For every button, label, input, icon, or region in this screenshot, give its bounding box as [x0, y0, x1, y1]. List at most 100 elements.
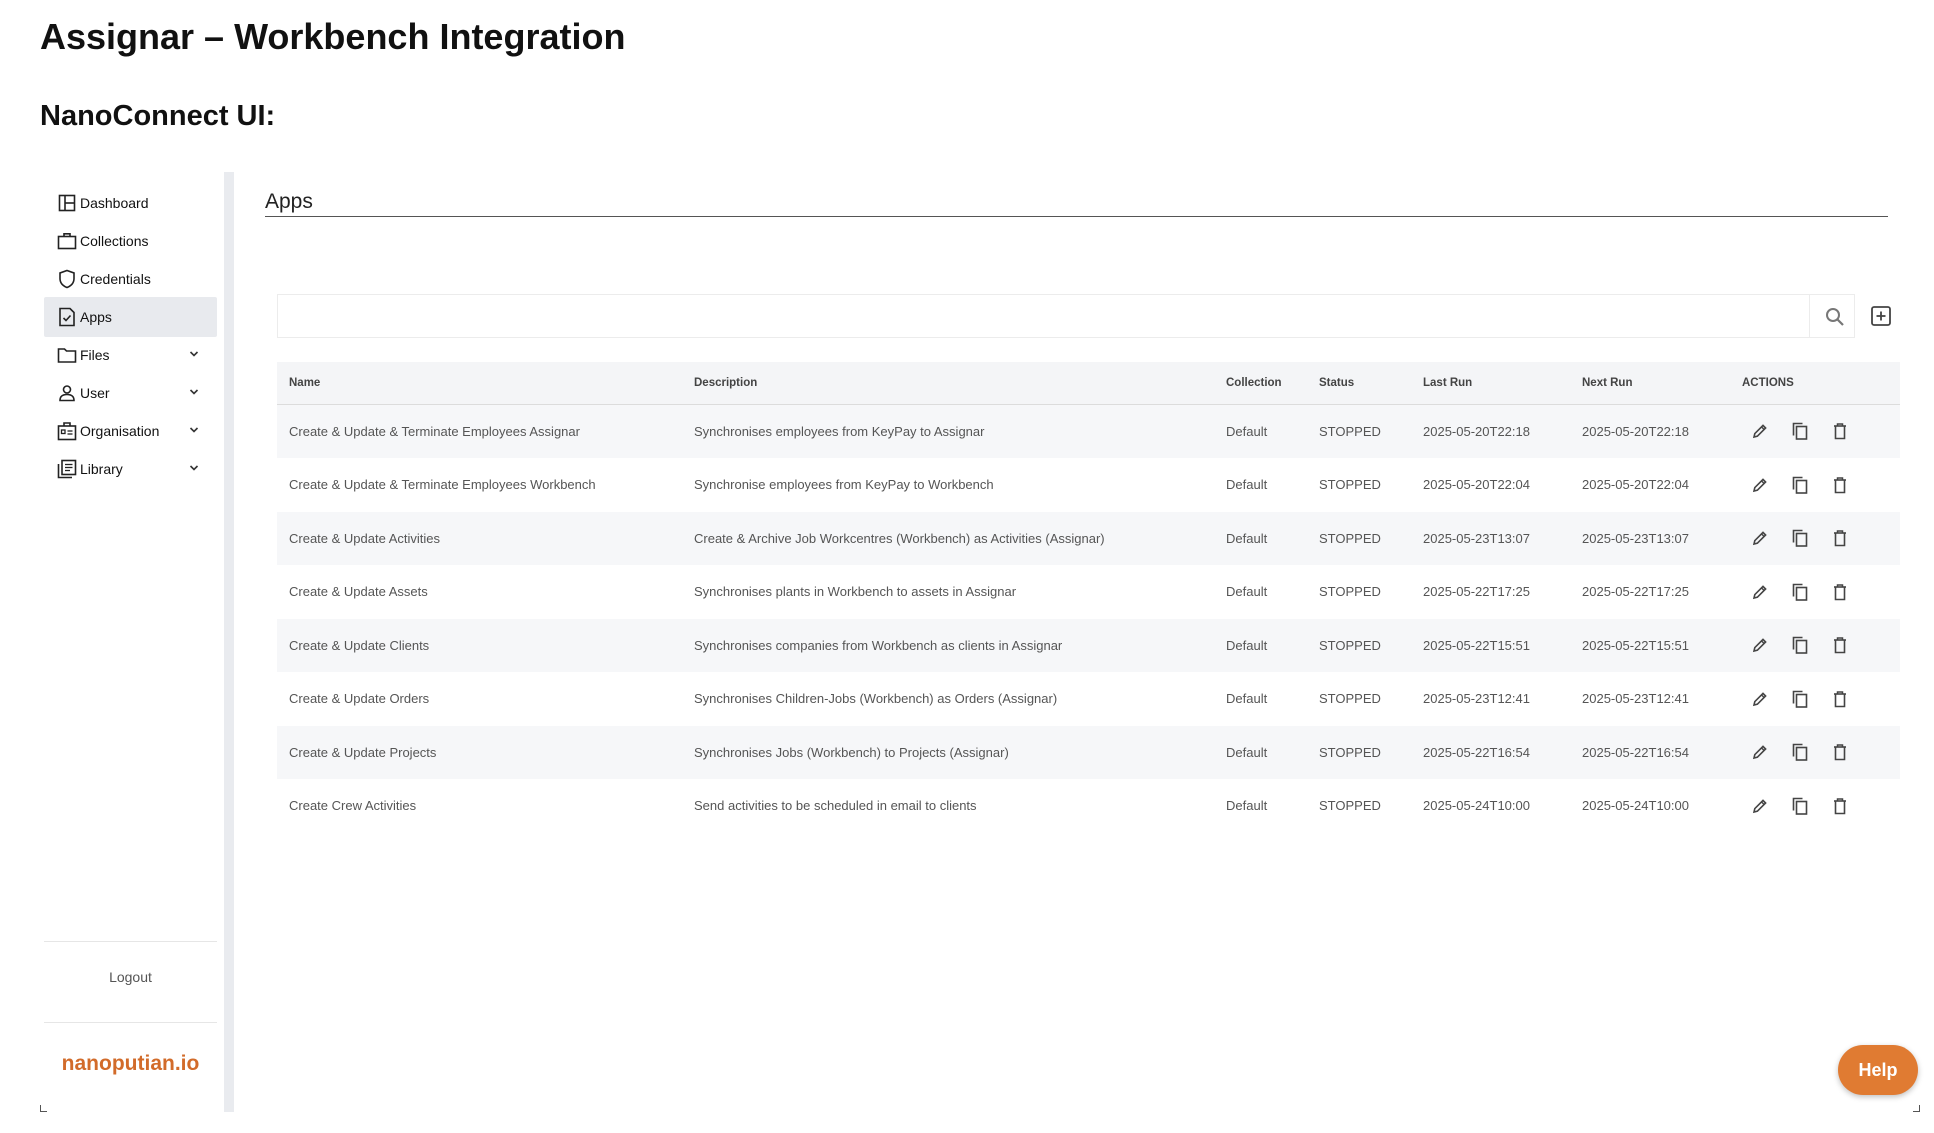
- column-header-status[interactable]: Status: [1307, 362, 1411, 404]
- edit-icon[interactable]: [1748, 740, 1772, 764]
- cell-next-run: 2025-05-23T13:07: [1582, 530, 1689, 546]
- delete-icon[interactable]: [1828, 633, 1852, 657]
- sidebar-item-apps[interactable]: Apps: [44, 297, 217, 337]
- chevron-down-icon[interactable]: [187, 385, 201, 399]
- sidebar-item-library[interactable]: Library: [44, 449, 217, 489]
- sidebar-item-user[interactable]: User: [44, 373, 217, 413]
- cell-collection: Default: [1226, 637, 1268, 653]
- copy-icon[interactable]: [1788, 580, 1812, 604]
- column-header-description[interactable]: Description: [682, 362, 1214, 404]
- cell-collection: Default: [1226, 477, 1268, 493]
- sidebar-item-files[interactable]: Files: [44, 335, 217, 375]
- main-content: Apps Name Description Collection Status: [265, 172, 1920, 1112]
- column-header-next-run[interactable]: Next Run: [1570, 362, 1730, 404]
- delete-icon[interactable]: [1828, 687, 1852, 711]
- cell-last-run: 2025-05-20T22:18: [1423, 423, 1530, 439]
- sidebar-divider-line: [44, 1022, 217, 1023]
- cell-name[interactable]: Create & Update Projects: [277, 726, 682, 780]
- section-title: Apps: [265, 190, 313, 213]
- table-row[interactable]: Create & Update Activities Create & Archi…: [277, 511, 1900, 566]
- column-header-collection[interactable]: Collection: [1214, 362, 1307, 404]
- cell-name[interactable]: Create Crew Activities: [277, 779, 682, 833]
- sidebar-scrollbar[interactable]: [224, 172, 234, 1112]
- section-title-underline: [265, 216, 1888, 217]
- cell-name[interactable]: Create & Update & Terminate Employees As…: [277, 404, 682, 458]
- cell-next-run: 2025-05-23T12:41: [1582, 691, 1689, 707]
- add-app-icon[interactable]: [1870, 305, 1892, 327]
- table-row[interactable]: Create & Update Orders Synchronises Child…: [277, 672, 1900, 726]
- brand-logo: nanoputian.io: [61, 1052, 200, 1075]
- edit-icon[interactable]: [1748, 687, 1772, 711]
- copy-icon[interactable]: [1788, 740, 1812, 764]
- sidebar-item-dashboard[interactable]: Dashboard: [44, 183, 217, 223]
- cell-name[interactable]: Create & Update Assets: [277, 565, 682, 619]
- table-row[interactable]: Create Crew Activities Send activities to…: [277, 779, 1900, 833]
- logout-link[interactable]: Logout: [44, 969, 217, 985]
- sidebar-item-label: Collections: [80, 233, 149, 249]
- sidebar-item-label: User: [80, 385, 110, 401]
- sidebar-item-collections[interactable]: Collections: [44, 221, 217, 261]
- cell-last-run: 2025-05-22T17:25: [1423, 584, 1530, 600]
- shield-icon: [56, 268, 78, 290]
- table-row[interactable]: Create & Update & Terminate Employees As…: [277, 404, 1900, 458]
- copy-icon[interactable]: [1788, 687, 1812, 711]
- page-subtitle: NanoConnect UI:: [40, 100, 276, 132]
- cell-name[interactable]: Create & Update Clients: [277, 619, 682, 673]
- column-header-last-run[interactable]: Last Run: [1411, 362, 1570, 404]
- edit-icon[interactable]: [1748, 633, 1772, 657]
- delete-icon[interactable]: [1828, 526, 1852, 550]
- cell-description: Send activities to be scheduled in email…: [694, 798, 977, 814]
- folder-icon: [56, 344, 78, 366]
- copy-icon[interactable]: [1788, 526, 1812, 550]
- cell-actions: [1730, 458, 1900, 512]
- copy-icon[interactable]: [1788, 794, 1812, 818]
- cell-status: STOPPED: [1319, 798, 1381, 814]
- chevron-down-icon[interactable]: [187, 423, 201, 437]
- delete-icon[interactable]: [1828, 473, 1852, 497]
- delete-icon[interactable]: [1828, 740, 1852, 764]
- column-header-name[interactable]: Name: [277, 362, 682, 404]
- organisation-icon: [56, 420, 78, 442]
- cell-last-run: 2025-05-24T10:00: [1423, 798, 1530, 814]
- edit-icon[interactable]: [1748, 526, 1772, 550]
- delete-icon[interactable]: [1828, 580, 1852, 604]
- copy-icon[interactable]: [1788, 633, 1812, 657]
- table-row[interactable]: Create & Update & Terminate Employees Wo…: [277, 458, 1900, 512]
- edit-icon[interactable]: [1748, 794, 1772, 818]
- help-button[interactable]: Help: [1838, 1045, 1918, 1095]
- sidebar-item-credentials[interactable]: Credentials: [44, 259, 217, 299]
- copy-icon[interactable]: [1788, 419, 1812, 443]
- cell-status: STOPPED: [1319, 530, 1381, 546]
- cell-collection: Default: [1226, 744, 1268, 760]
- dashboard-icon: [56, 192, 78, 214]
- edit-icon[interactable]: [1748, 473, 1772, 497]
- cell-name[interactable]: Create & Update Orders: [277, 672, 682, 726]
- chevron-down-icon[interactable]: [187, 347, 201, 361]
- table-row[interactable]: Create & Update Assets Synchronises plant…: [277, 565, 1900, 619]
- copy-icon[interactable]: [1788, 473, 1812, 497]
- chevron-down-icon[interactable]: [187, 461, 201, 475]
- table-row[interactable]: Create & Update Projects Synchronises Job…: [277, 725, 1900, 780]
- cell-collection: Default: [1226, 584, 1268, 600]
- cell-last-run: 2025-05-22T15:51: [1423, 637, 1530, 653]
- table-row[interactable]: Create & Update Clients Synchronises comp…: [277, 618, 1900, 673]
- cell-description: Synchronises plants in Workbench to asse…: [694, 584, 1017, 600]
- cell-name[interactable]: Create & Update & Terminate Employees Wo…: [277, 458, 682, 512]
- edit-icon[interactable]: [1748, 580, 1772, 604]
- cell-last-run: 2025-05-23T12:41: [1423, 691, 1530, 707]
- search-icon[interactable]: [1823, 305, 1847, 329]
- cell-name[interactable]: Create & Update Activities: [277, 512, 682, 566]
- cell-status: STOPPED: [1319, 477, 1381, 493]
- cell-actions: [1730, 779, 1900, 833]
- edit-icon[interactable]: [1748, 419, 1772, 443]
- cell-status: STOPPED: [1319, 423, 1381, 439]
- cell-next-run: 2025-05-20T22:18: [1582, 423, 1689, 439]
- cell-actions: [1730, 404, 1900, 458]
- cell-description: Create & Archive Job Workcentres (Workbe…: [694, 530, 1105, 546]
- delete-icon[interactable]: [1828, 794, 1852, 818]
- delete-icon[interactable]: [1828, 419, 1852, 443]
- sidebar-item-organisation[interactable]: Organisation: [44, 411, 217, 451]
- page-title: Assignar – Workbench Integration: [40, 16, 626, 57]
- cell-actions: [1730, 726, 1900, 780]
- search-input[interactable]: [278, 295, 1798, 337]
